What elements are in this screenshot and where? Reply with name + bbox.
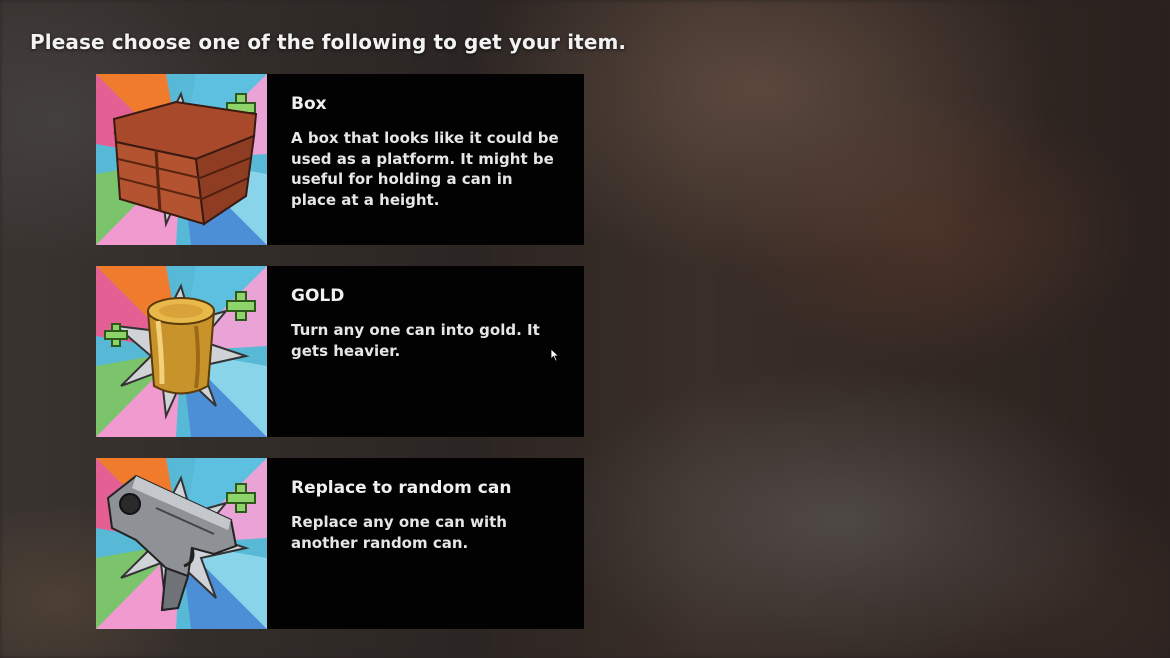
option-description: Replace any one can with another random … xyxy=(291,513,507,552)
option-title: GOLD xyxy=(291,286,345,306)
mouse-cursor-icon xyxy=(550,348,560,362)
crate-icon xyxy=(96,74,267,245)
pistol-icon xyxy=(96,458,267,629)
option-title: Box xyxy=(291,94,327,114)
option-title: Replace to random can xyxy=(291,478,512,498)
selection-prompt: Please choose one of the following to ge… xyxy=(30,30,627,54)
gold-can-icon xyxy=(96,266,267,437)
option-description: A box that looks like it could be used a… xyxy=(291,129,559,209)
option-card-gold[interactable]: GOLD Turn any one can into gold. It gets… xyxy=(96,266,584,437)
option-card-box[interactable]: Box A box that looks like it could be us… xyxy=(96,74,584,245)
option-card-replace[interactable]: Replace to random can Replace any one ca… xyxy=(96,458,584,629)
option-description: Turn any one can into gold. It gets heav… xyxy=(291,321,540,360)
